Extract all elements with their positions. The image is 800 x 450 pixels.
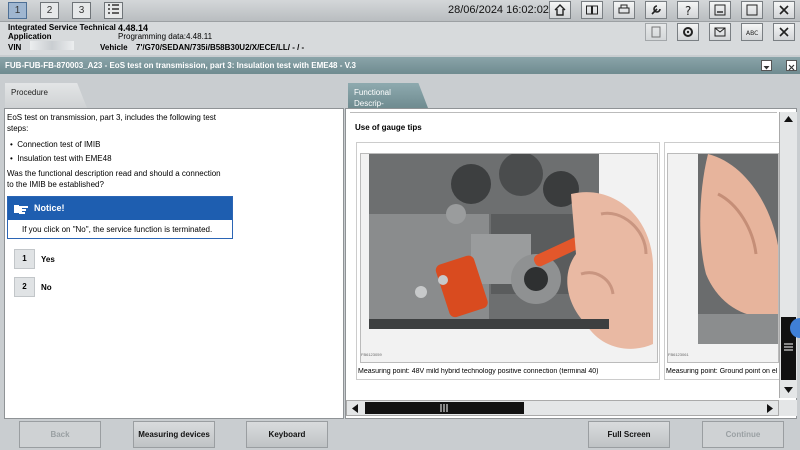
print-button[interactable] [613, 1, 635, 19]
document-button[interactable] [645, 23, 667, 41]
keyboard-button[interactable]: Keyboard [246, 421, 328, 448]
option-no-button[interactable]: 2 [14, 277, 35, 297]
collapse-button[interactable] [761, 60, 772, 71]
minimize-button[interactable] [709, 1, 731, 19]
close-session-button[interactable] [773, 23, 795, 41]
session-tab-1[interactable]: 1 [8, 2, 27, 19]
help-button[interactable]: ? [677, 1, 699, 19]
close-icon [779, 27, 789, 37]
mail-button[interactable] [709, 23, 731, 41]
grip-icon [784, 343, 793, 351]
tab-procedure-label: Procedure [11, 88, 48, 97]
notice-header: Notice! [8, 197, 232, 220]
scroll-down-icon[interactable] [783, 386, 794, 394]
printer-icon [618, 4, 630, 14]
image-2-frame [667, 153, 779, 363]
list-icon [108, 4, 119, 14]
service-function-title-bar: FUB-FUB-FB-870003_A23 - EoS test on tran… [0, 57, 800, 74]
abc-button[interactable]: ABC [741, 23, 763, 41]
datetime-display: 28/06/2024 16:02:02 [448, 4, 549, 16]
vin-label: VIN [8, 43, 22, 52]
home-icon [554, 4, 566, 16]
settings-button[interactable] [677, 23, 699, 41]
session-tab-3[interactable]: 3 [72, 2, 91, 19]
abc-icon: ABC [746, 30, 758, 37]
tab-procedure[interactable]: Procedure [5, 83, 87, 108]
close-dialog-button[interactable] [786, 60, 797, 71]
pointing-hand-icon [14, 205, 28, 214]
home-button[interactable] [549, 1, 571, 19]
workshop-button[interactable] [645, 1, 667, 19]
service-function-title: FUB-FUB-FB-870003_A23 - EoS test on tran… [5, 61, 356, 70]
scroll-right-icon[interactable] [766, 404, 774, 413]
session-tab-2[interactable]: 2 [40, 2, 59, 19]
help-icon: ? [685, 4, 691, 17]
bullet-2: • Insulation test with EME48 [10, 154, 112, 163]
schematic-button[interactable] [581, 1, 603, 19]
list-view-button[interactable] [104, 2, 123, 19]
programming-data-value: 4.48.11 [186, 32, 213, 41]
notice-box: Notice! If you click on "No", the servic… [7, 196, 233, 239]
tab-functional-description[interactable]: Functional Descrip- tion [348, 83, 428, 108]
svg-text:ABC: ABC [746, 30, 758, 37]
ground-point-image [668, 154, 778, 362]
gear-icon [683, 27, 693, 37]
procedure-question-2: to the IMIB be established? [7, 180, 104, 189]
measuring-devices-button[interactable]: Measuring devices [133, 421, 215, 448]
gauge-tips-heading: Use of gauge tips [355, 123, 422, 132]
scroll-up-icon[interactable] [783, 115, 794, 123]
content-divider [350, 112, 777, 113]
app-title: Integrated Service Technical [8, 23, 116, 32]
image-1-frame [360, 152, 658, 363]
app-title-line2: Application [8, 32, 52, 41]
mail-icon [714, 27, 726, 37]
programming-data-label: Programming data: [118, 32, 187, 41]
document-icon [651, 26, 661, 38]
close-icon [779, 5, 789, 15]
grip-icon [440, 404, 448, 412]
vehicle-label: Vehicle [100, 43, 128, 52]
tab-functional-label-1: Functional Descrip- [354, 88, 391, 108]
top-toolbar: 1 2 3 28/06/2024 16:02:02 ? [0, 0, 800, 22]
scroll-left-icon[interactable] [351, 404, 359, 413]
image-2-code: FB6123061 [668, 352, 689, 357]
notice-title: Notice! [34, 203, 65, 213]
vehicle-value: 7'/G70/SEDAN/735i/B58B30U2/X/ECE/LL/ - /… [136, 43, 305, 52]
image-1-caption: Measuring point: 48V mild hybrid technol… [358, 368, 599, 375]
minimize-icon [714, 4, 726, 16]
chevron-down-icon [763, 66, 770, 70]
notice-text: If you click on "No", the service functi… [22, 225, 213, 234]
continue-button[interactable]: Continue [702, 421, 784, 448]
vertical-scrollbar[interactable] [779, 112, 797, 398]
horizontal-scrollbar[interactable] [346, 400, 779, 416]
option-no-label[interactable]: No [41, 283, 52, 292]
procedure-intro-1: EoS test on transmission, part 3, includ… [7, 113, 216, 122]
close-icon [788, 64, 795, 71]
image-1-code: FB6123059 [361, 352, 382, 357]
option-yes-button[interactable]: 1 [14, 249, 35, 269]
horizontal-scroll-thumb[interactable] [365, 402, 524, 414]
procedure-question-1: Was the functional description read and … [7, 169, 221, 178]
bullet-1: • Connection test of IMIB [10, 140, 101, 149]
svg-text:?: ? [685, 4, 691, 17]
option-yes-label[interactable]: Yes [41, 255, 55, 264]
restore-icon [746, 4, 758, 16]
close-app-button[interactable] [773, 1, 795, 19]
vehicle-info-bar: Integrated Service Technical 4.48.14 App… [0, 22, 800, 55]
procedure-intro-2: steps: [7, 124, 29, 133]
engine-positive-terminal-image [361, 152, 657, 362]
schematic-icon [586, 5, 598, 15]
vin-redacted [30, 41, 74, 50]
back-button[interactable]: Back [19, 421, 101, 448]
bullet-2-text: Insulation test with EME48 [17, 154, 112, 163]
restore-button[interactable] [741, 1, 763, 19]
image-2-caption: Measuring point: Ground point on el [666, 368, 778, 375]
full-screen-button[interactable]: Full Screen [588, 421, 670, 448]
wrench-icon [651, 5, 661, 15]
scroll-corner [779, 400, 797, 416]
bullet-1-text: Connection test of IMIB [17, 140, 101, 149]
